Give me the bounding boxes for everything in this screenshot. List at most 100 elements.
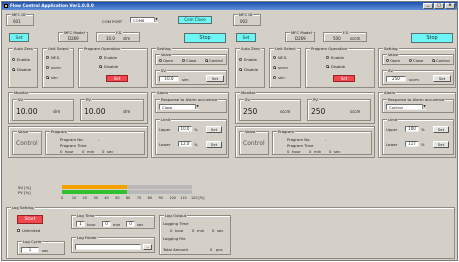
program-set-button[interactable]: Set [333, 75, 355, 82]
setting-group: Setting Valve Open Close Control SV 250 sccm Set [378, 46, 456, 88]
valve-radio-close[interactable] [409, 59, 412, 62]
log-cycle-unit: sec [42, 248, 49, 253]
logging-time-label: Logging Time [163, 221, 189, 226]
stop-button[interactable]: Stop [184, 33, 226, 43]
sv-setting-unit: slm [182, 77, 189, 82]
log-cycle-input[interactable]: 1 [21, 247, 39, 253]
stop-button[interactable]: Stop [411, 33, 453, 43]
fs-unit: slm [123, 36, 131, 41]
log-setting-group: Log Setting Start Unlimited Log Cycle 1 … [6, 205, 455, 259]
set-button[interactable]: Set [236, 33, 256, 42]
mfc-id-value: 002 [240, 19, 248, 24]
valve-radio-open[interactable] [159, 59, 162, 62]
alarm-limit-group: Limit Upper 100% Set Lower 117% Set [382, 117, 454, 155]
bar-tick-label: 70 [136, 196, 142, 200]
com-close-button[interactable]: Com Close [178, 16, 212, 24]
valve-state-label: Valve [17, 129, 30, 134]
program-operation-group: Program Operation Enable Disable Set [78, 46, 148, 88]
browse-button[interactable]: ... [143, 244, 152, 250]
log-min-input[interactable]: 0 [102, 221, 111, 227]
program-no-value: - [325, 137, 327, 142]
mfc-model-label: MFC Model [63, 30, 86, 35]
fs-unit: sccm [350, 36, 361, 41]
alarm-upper-label: Upper [386, 127, 398, 132]
auto-zero-radio-disable[interactable] [12, 68, 15, 71]
valve-radio-control[interactable] [432, 59, 435, 62]
sv-setting-input[interactable]: 250 [386, 76, 406, 82]
com-port-select[interactable]: COM6 ▼ [130, 17, 158, 23]
log-hour-input[interactable]: 1 [76, 221, 85, 227]
auto-zero-label: Auto Zero [13, 46, 34, 51]
program-radio-enable[interactable] [99, 56, 102, 59]
chevron-down-icon[interactable]: ▼ [154, 17, 158, 22]
setting-label: Setting [156, 46, 172, 51]
program-radio-enable[interactable] [326, 56, 329, 59]
mfc-model-value: D269 [295, 36, 306, 41]
alarm-upper-set-button[interactable]: Set [206, 126, 222, 133]
maximize-button[interactable]: □ [434, 3, 444, 9]
program-set-button[interactable]: Set [106, 75, 128, 82]
valve-radio-close[interactable] [182, 59, 185, 62]
log-sec-unit: sec [137, 222, 144, 227]
alarm-response-group: Response to Alarm occurence Close ▼ [155, 97, 227, 113]
sv-set-button[interactable]: Set [206, 75, 224, 82]
log-sec-input[interactable]: 0 [126, 221, 135, 227]
log-start-button[interactable]: Start [17, 215, 43, 224]
bar-tick-label: 40 [104, 196, 109, 200]
program-state-label: Program [277, 129, 296, 134]
unit-radio-0[interactable] [273, 56, 276, 59]
alarm-upper-input[interactable]: 100 [405, 126, 419, 132]
valve-radio-open[interactable] [386, 59, 389, 62]
alarm-upper-set-button[interactable]: Set [433, 126, 449, 133]
monitor-pv-unit: sccm [350, 109, 361, 114]
log-folder-group: Log Folder ... [71, 235, 155, 253]
bar-tick-label: 10 [71, 196, 77, 200]
valve-program-group: Valve Control Program Program No. - Program T… [235, 126, 375, 158]
bar-tick-label: 60 [126, 196, 131, 200]
alarm-response-select[interactable]: Control ▼ [386, 104, 426, 110]
minimize-button[interactable]: _ [423, 3, 433, 9]
program-option-label: Enable [104, 55, 117, 60]
alarm-lower-set-button[interactable]: Set [206, 141, 222, 148]
mfc-model-label: MFC Model [290, 30, 313, 35]
alarm-response-select[interactable]: Close ▼ [159, 104, 199, 110]
set-button[interactable]: Set [9, 33, 29, 42]
alarm-lower-input[interactable]: 117 [405, 141, 419, 147]
sv-setting-unit: sccm [409, 77, 419, 82]
app-icon [4, 4, 8, 8]
monitor-pv-value: 250 [311, 107, 326, 116]
unit-radio-0[interactable] [46, 56, 49, 59]
alarm-lower-unit: % [421, 142, 425, 147]
chevron-down-icon[interactable]: ▼ [422, 104, 426, 109]
program-min-value: 0 [309, 149, 312, 154]
program-no-label: Program No. [287, 137, 311, 142]
log-time-group: Log Time 1 hour 0 min 0 sec [71, 213, 155, 229]
unit-radio-1[interactable] [273, 66, 276, 69]
close-button[interactable]: × [445, 3, 455, 9]
monitor-group: Monitor SV 250 sccm PV 250 sccm [235, 90, 375, 124]
program-radio-disable[interactable] [99, 65, 102, 68]
log-folder-input[interactable] [75, 244, 141, 250]
sv-setting-input[interactable]: 10.0 [159, 76, 179, 82]
unit-radio-2[interactable] [273, 76, 276, 79]
auto-zero-radio-enable[interactable] [239, 58, 242, 61]
out-min-unit: min [197, 228, 205, 233]
monitor-sv-group: SV 250 sccm [239, 97, 301, 121]
alarm-limit-group: Limit Upper 10.0% Set Lower 12.0% Set [155, 117, 227, 155]
auto-zero-radio-enable[interactable] [12, 58, 15, 61]
auto-zero-radio-disable[interactable] [239, 68, 242, 71]
unlimited-checkbox[interactable] [17, 229, 20, 232]
sv-set-button[interactable]: Set [433, 75, 451, 82]
alarm-lower-set-button[interactable]: Set [433, 141, 449, 148]
alarm-lower-input[interactable]: 12.0 [178, 141, 192, 147]
program-radio-disable[interactable] [326, 65, 329, 68]
fs-value: 500 [333, 36, 341, 41]
auto-zero-label: Auto Zero [240, 46, 261, 51]
valve-radio-control[interactable] [205, 59, 208, 62]
alarm-upper-input[interactable]: 10.0 [178, 126, 192, 132]
com-port-value: COM6 [133, 17, 145, 23]
unit-radio-1[interactable] [46, 66, 49, 69]
chevron-down-icon[interactable]: ▼ [195, 104, 199, 109]
unit-radio-2[interactable] [46, 76, 49, 79]
setting-label: Setting [383, 46, 399, 51]
